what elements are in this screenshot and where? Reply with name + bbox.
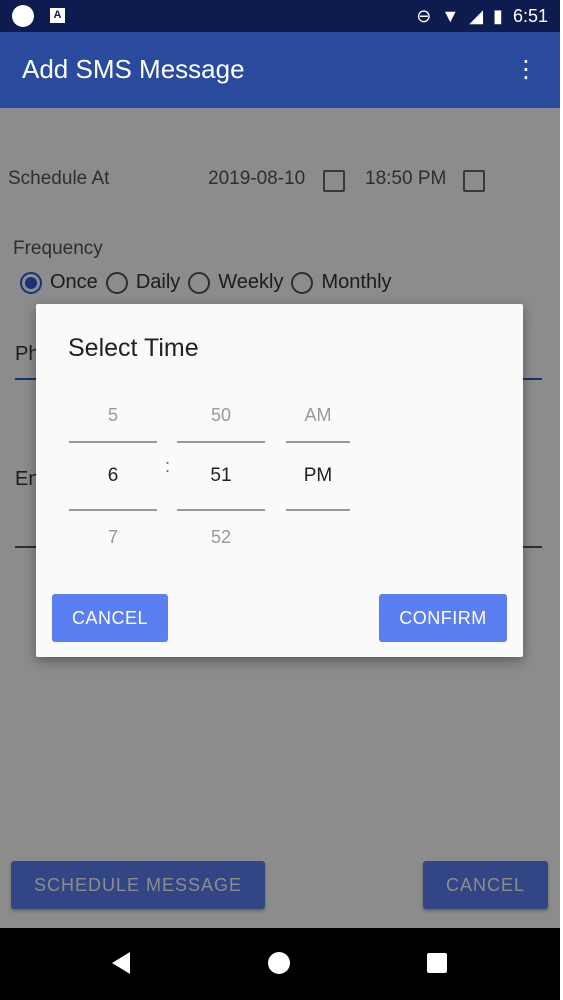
ampm-current[interactable]: PM [286,441,350,511]
dialog-cancel-button[interactable]: CANCEL [52,594,168,642]
notification-icon [12,5,34,27]
status-time: 6:51 [512,5,548,26]
app-bar: Add SMS Message ⋮ [0,32,560,108]
minute-picker[interactable]: 50 51 52 [177,389,265,563]
time-separator: : [165,456,171,476]
ampm-picker[interactable]: AM PM [286,389,350,563]
dialog-title: Select Time [68,334,199,362]
minute-next[interactable]: 52 [177,511,265,563]
battery-icon: ▮ [493,5,503,26]
hour-next[interactable]: 7 [69,511,157,563]
minute-prev[interactable]: 50 [177,389,265,441]
page-title: Add SMS Message [22,54,245,84]
back-icon[interactable] [112,952,130,974]
overflow-menu-icon[interactable]: ⋮ [514,58,538,82]
navigation-bar [0,928,560,1000]
home-icon[interactable] [268,952,290,974]
wifi-icon: ▼ [441,5,460,26]
hour-prev[interactable]: 5 [69,389,157,441]
minute-current[interactable]: 51 [177,441,265,511]
ampm-next [286,511,350,563]
dialog-confirm-button[interactable]: CONFIRM [379,594,507,642]
recent-apps-icon[interactable] [427,953,447,973]
ampm-prev[interactable]: AM [286,389,350,441]
select-time-dialog: Select Time 5 6 7 : 50 51 52 AM PM CANCE… [36,304,523,657]
status-icons: ⊖ ▼ ◢ ▮ 6:51 [416,0,548,32]
hour-picker[interactable]: 5 6 7 [69,389,157,563]
hour-current[interactable]: 6 [69,441,157,511]
status-bar: A ⊖ ▼ ◢ ▮ 6:51 [0,0,560,32]
app-notification-icon: A [50,8,65,23]
signal-icon: ◢ [469,5,484,26]
do-not-disturb-icon: ⊖ [416,5,432,26]
